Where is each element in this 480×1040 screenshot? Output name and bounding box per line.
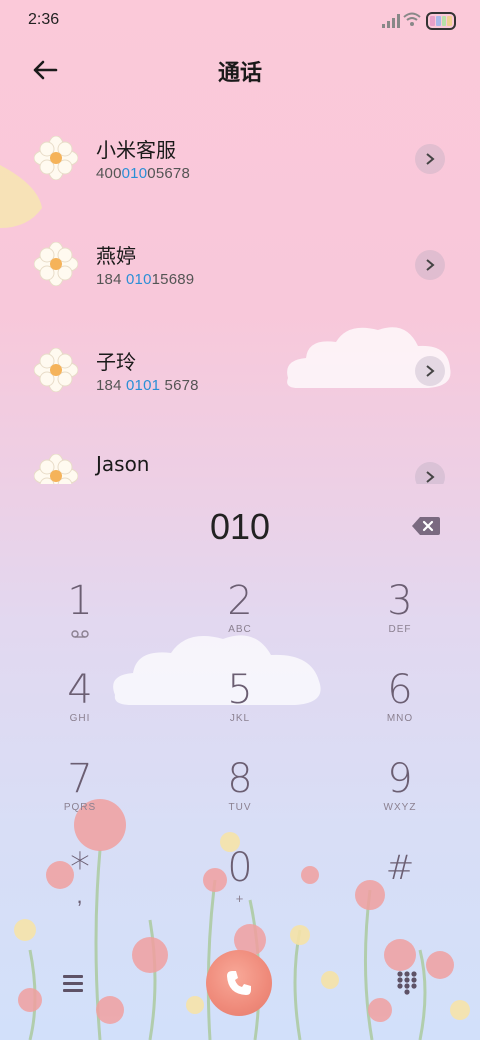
contact-name: 燕婷	[96, 244, 136, 268]
avatar	[34, 454, 78, 484]
contact-item[interactable]: 燕婷 184 01015689	[0, 208, 480, 314]
chevron-right-icon	[426, 365, 435, 377]
contact-detail-button[interactable]	[415, 250, 445, 280]
contact-name: 小米客服	[96, 138, 176, 162]
key-5[interactable]: 5 JKL	[180, 668, 300, 748]
avatar	[34, 136, 78, 180]
keypad-icon[interactable]	[396, 970, 418, 996]
avatar	[34, 242, 78, 286]
contact-item[interactable]: 小米客服 40001005678	[0, 102, 480, 208]
signal-icon	[382, 14, 400, 28]
key-star[interactable]: * ,	[20, 846, 140, 926]
status-bar: 2:36	[0, 0, 480, 40]
battery-icon	[426, 12, 456, 30]
wifi-icon	[403, 12, 421, 26]
page-title: 通话	[217, 61, 262, 86]
key-3[interactable]: 3 DEF	[340, 579, 460, 659]
backspace-icon[interactable]	[411, 516, 441, 536]
contact-detail-button[interactable]	[415, 356, 445, 386]
key-7[interactable]: 7 PQRS	[20, 757, 140, 837]
dialer-bottom-bar	[0, 934, 480, 1034]
key-8[interactable]: 8 TUV	[180, 757, 300, 837]
menu-icon[interactable]	[60, 972, 86, 994]
key-0[interactable]: 0 +	[180, 846, 300, 926]
contact-detail-button[interactable]	[415, 462, 445, 484]
chevron-right-icon	[426, 259, 435, 271]
contact-number: 40001005678	[96, 165, 190, 182]
voicemail-icon	[71, 630, 89, 638]
key-hash[interactable]: #	[340, 846, 460, 926]
status-time: 2:36	[28, 11, 60, 28]
contact-number: 184 0101 5678	[96, 377, 199, 394]
contact-detail-button[interactable]	[415, 144, 445, 174]
chevron-right-icon	[426, 471, 435, 483]
contact-results-list: 小米客服 40001005678 燕婷 184 01015689 子玲 184 …	[0, 102, 480, 484]
key-9[interactable]: 9 WXYZ	[340, 757, 460, 837]
phone-icon	[227, 971, 251, 995]
chevron-right-icon	[426, 153, 435, 165]
key-6[interactable]: 6 MNO	[340, 668, 460, 748]
contact-name: Jason	[96, 452, 150, 476]
dialed-number-display: 010	[209, 506, 271, 547]
contact-item[interactable]: Jason	[0, 420, 480, 484]
key-1[interactable]: 1	[20, 579, 140, 659]
contact-name: 子玲	[96, 350, 136, 374]
dialer-panel: 010 1 2 ABC 3 DEF 4 GHI 5 JKL 6 MNO 7 PQ…	[0, 484, 480, 1040]
contact-item[interactable]: 子玲 184 0101 5678	[0, 314, 480, 420]
avatar	[34, 348, 78, 392]
key-4[interactable]: 4 GHI	[20, 668, 140, 748]
key-2[interactable]: 2 ABC	[180, 579, 300, 659]
call-button[interactable]	[206, 950, 272, 1016]
contact-number: 184 01015689	[96, 271, 195, 288]
header: 通话	[0, 45, 480, 95]
